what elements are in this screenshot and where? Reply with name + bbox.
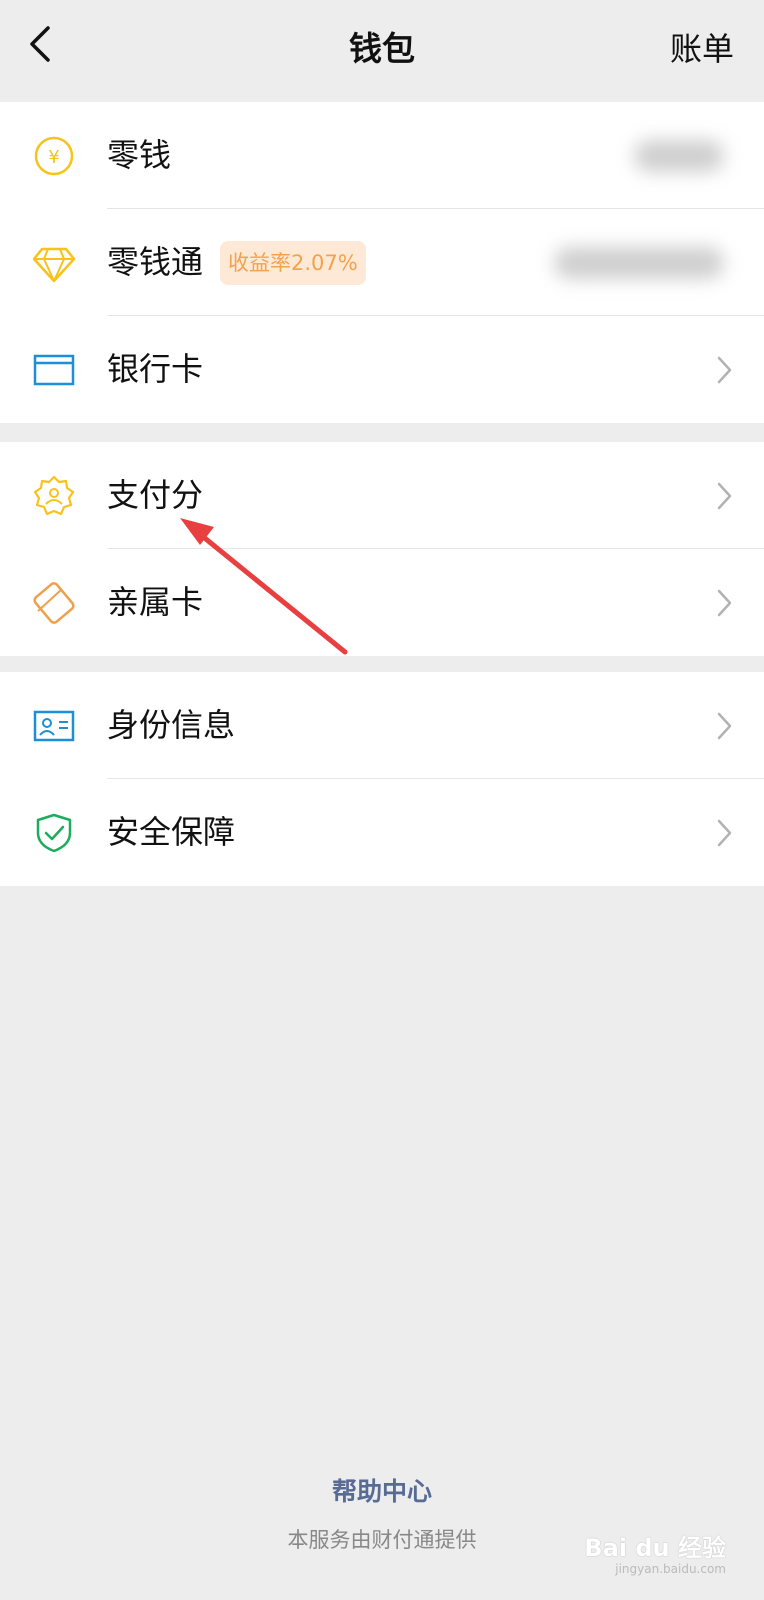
chevron-right-icon	[717, 589, 732, 617]
nav-bar: 钱包 账单	[0, 0, 764, 102]
shield-check-icon	[36, 813, 72, 853]
yield-rate-badge: 收益率2.07%	[220, 241, 366, 285]
page-title: 钱包	[349, 29, 415, 68]
row-change[interactable]: ¥ 零钱	[0, 102, 764, 209]
row-label: 零钱	[107, 136, 172, 174]
payscore-badge-icon	[33, 475, 75, 516]
family-card-icon	[33, 582, 75, 624]
chevron-right-icon	[717, 819, 732, 847]
chevron-right-icon	[717, 356, 732, 384]
row-label: 零钱通	[107, 243, 204, 281]
balance-amount-blurred	[634, 140, 724, 172]
row-label: 支付分	[107, 476, 204, 514]
diamond-icon	[32, 247, 76, 283]
row-bank-card[interactable]: 银行卡	[0, 316, 764, 423]
row-family-card[interactable]: 亲属卡	[0, 549, 764, 656]
svg-text:¥: ¥	[48, 147, 59, 168]
baidu-jingyan-watermark: Bai du 经验 jingyan.baidu.com	[584, 1534, 726, 1576]
credit-group: 支付分 亲属卡	[0, 442, 764, 656]
row-security[interactable]: 安全保障	[0, 779, 764, 886]
row-label: 亲属卡	[107, 583, 204, 621]
row-identity-info[interactable]: 身份信息	[0, 672, 764, 779]
row-label: 安全保障	[107, 813, 236, 851]
chevron-right-icon	[717, 482, 732, 510]
row-label: 身份信息	[107, 706, 236, 744]
row-lingqiantong[interactable]: 零钱通 收益率2.07%	[0, 209, 764, 316]
bill-button[interactable]: 账单	[670, 24, 734, 70]
id-card-icon	[33, 710, 75, 742]
balance-amount-blurred	[554, 247, 724, 279]
wallet-group: ¥ 零钱 零钱通 收益率2.07% 银行卡	[0, 102, 764, 423]
chevron-right-icon	[717, 712, 732, 740]
help-center-link[interactable]: 帮助中心	[0, 1472, 764, 1508]
row-payscore[interactable]: 支付分	[0, 442, 764, 549]
bank-card-icon	[33, 354, 75, 386]
row-label: 银行卡	[107, 350, 204, 388]
yuan-coin-icon: ¥	[34, 136, 74, 176]
account-group: 身份信息 安全保障	[0, 672, 764, 886]
